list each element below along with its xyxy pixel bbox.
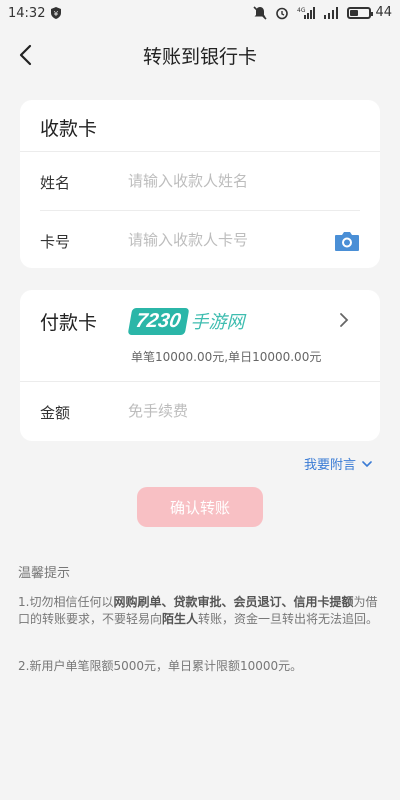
tips-emphasis: 陌生人: [162, 612, 199, 626]
tips-paragraph-2: 2.新用户单笔限额5000元，单日累计限额10000元。: [18, 659, 303, 673]
status-bar: 14:32 ¥ 4G 44: [0, 0, 400, 28]
shield-icon: ¥: [51, 7, 61, 19]
tips-paragraph-1: 1.切勿相信任何以网购刷单、贷款审批、会员退订、信用卡提额为借口的转账要求，不要…: [18, 594, 382, 628]
battery-text: 44: [375, 5, 392, 20]
card-number-label: 卡号: [40, 233, 71, 251]
amount-input[interactable]: [128, 402, 328, 420]
payer-card-title: 付款卡: [40, 312, 98, 334]
nav-bar: 转账到银行卡: [0, 28, 400, 82]
name-label: 姓名: [40, 174, 71, 192]
divider: [40, 210, 360, 211]
mute-bell-icon: [253, 5, 268, 20]
payee-card-title: 收款卡: [40, 118, 98, 140]
watermark-logo: 7230 手游网: [127, 300, 290, 342]
payer-card: 付款卡 7230 手游网 单笔10000.00元,单日10000.00元 金额: [20, 290, 380, 441]
tips-text: 1.切勿相信任何以: [18, 595, 114, 609]
camera-icon[interactable]: [334, 230, 360, 252]
amount-label: 金额: [40, 404, 71, 422]
battery-icon: [347, 6, 374, 19]
signal-icon: [324, 6, 339, 19]
add-remark-link[interactable]: 我要附言: [304, 454, 372, 473]
divider: [20, 151, 380, 152]
add-remark-label: 我要附言: [303, 458, 356, 473]
card-number-input[interactable]: [128, 231, 328, 249]
svg-text:¥: ¥: [54, 10, 59, 18]
tips-text: 转账，资金一旦转出将无法追回。: [198, 612, 379, 626]
tips-emphasis: 网购刷单、贷款审批、会员退订、信用卡提额: [113, 595, 354, 609]
back-button[interactable]: [10, 40, 40, 70]
alarm-icon: [276, 7, 289, 19]
tips-title: 温馨提示: [18, 566, 71, 581]
svg-text:4G: 4G: [297, 7, 306, 14]
payee-card: 收款卡 姓名 卡号: [20, 100, 380, 268]
divider: [20, 381, 380, 382]
name-input[interactable]: [128, 172, 328, 190]
confirm-transfer-button[interactable]: 确认转账: [137, 487, 263, 527]
status-icons: 4G 44: [253, 5, 392, 20]
battery: 44: [347, 5, 392, 20]
chevron-right-icon[interactable]: [338, 312, 350, 328]
watermark-logo-text: 手游网: [190, 312, 245, 333]
page-title: 转账到银行卡: [142, 45, 257, 68]
chevron-left-icon: [19, 44, 32, 66]
limit-text: 单笔10000.00元,单日10000.00元: [131, 350, 322, 364]
chevron-down-icon: [362, 460, 372, 467]
watermark-logo-number: 7230: [127, 307, 189, 335]
status-time: 14:32: [8, 6, 46, 21]
signal-4g-icon: 4G: [297, 6, 316, 19]
